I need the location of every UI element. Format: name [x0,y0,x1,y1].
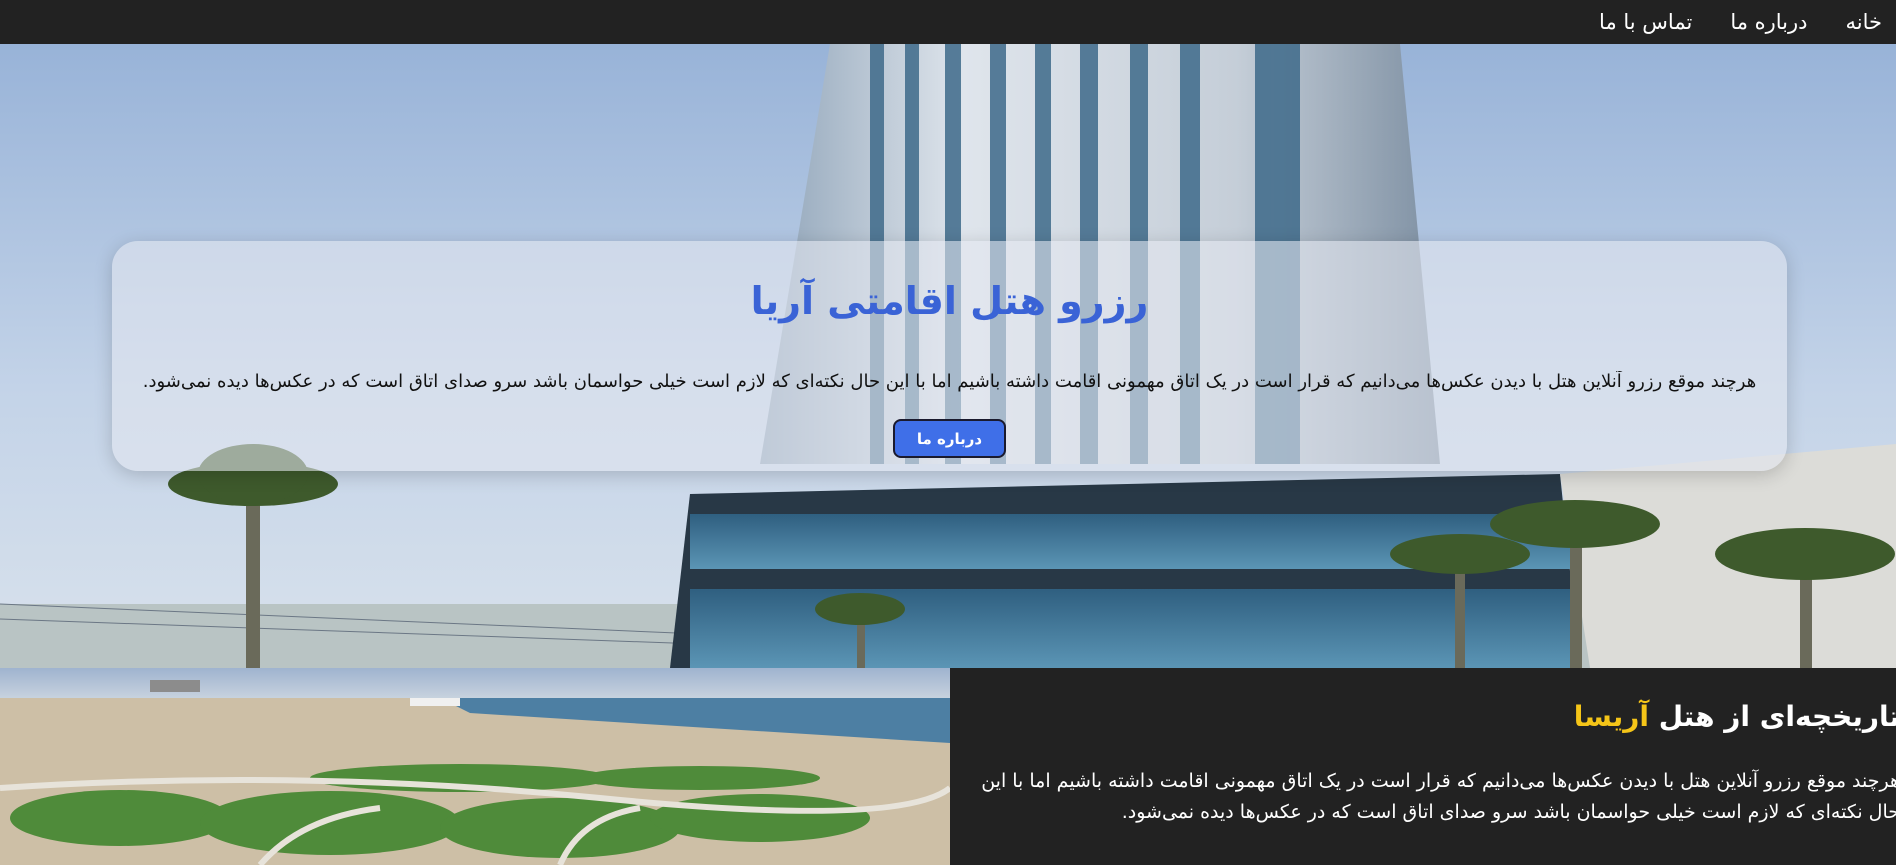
history-paragraph: هرچند موقع رزرو آنلاین هتل با دیدن عکس‌ه… [981,770,1896,823]
top-navbar: خانه درباره ما تماس با ما [0,0,1896,44]
history-title: تاریخچه‌ای از هتل آریسا [1574,700,1896,733]
history-title-prefix: تاریخچه‌ای از هتل [1658,700,1896,733]
history-title-hotel-name: آریسا [1573,700,1649,733]
hero-description: هرچند موقع رزرو آنلاین هتل با دیدن عکس‌ه… [142,371,1757,392]
hotel-garden-photo [0,668,950,865]
hero-card: رزرو هتل اقامتی آریا هرچند موقع رزرو آنل… [112,241,1787,471]
hero-title: رزرو هتل اقامتی آریا [750,279,1149,323]
nav-link-home[interactable]: خانه [1846,10,1882,34]
history-section: تاریخچه‌ای از هتل آریسا هرچند موقع رزرو … [0,668,1896,865]
hero-section: رزرو هتل اقامتی آریا هرچند موقع رزرو آنل… [0,44,1896,668]
nav-link-about[interactable]: درباره ما [1730,10,1807,34]
about-us-button[interactable]: درباره ما [893,419,1006,458]
nav-link-contact[interactable]: تماس با ما [1599,10,1692,34]
history-text-block: تاریخچه‌ای از هتل آریسا هرچند موقع رزرو … [950,668,1896,865]
